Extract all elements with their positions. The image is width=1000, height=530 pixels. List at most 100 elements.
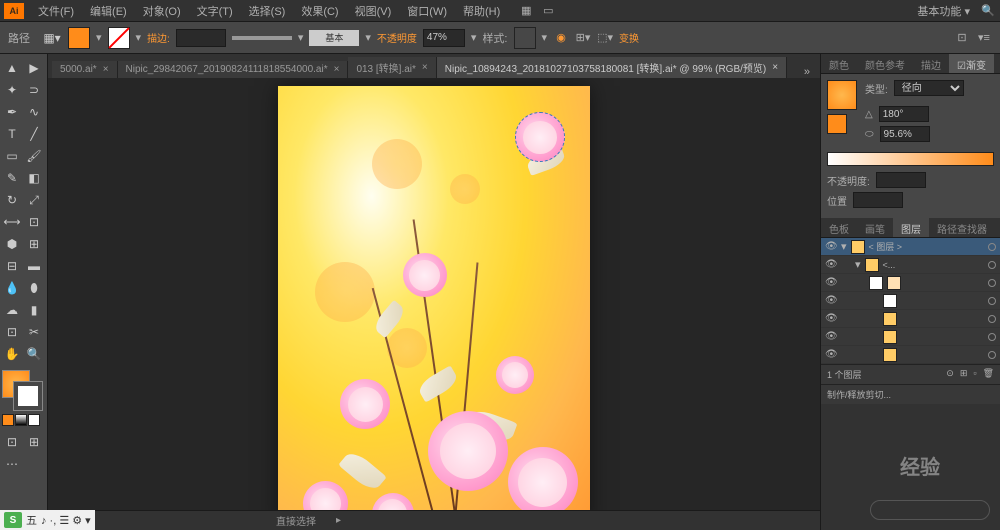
transform-label[interactable]: 变换 [619,30,639,45]
color-mode-none[interactable] [28,414,40,426]
panel-tab-color[interactable]: 颜色 [821,54,857,73]
free-transform-tool[interactable]: ⊡ [24,212,44,232]
expand-icon[interactable]: ▾ [841,240,847,253]
stroke-weight-input[interactable] [176,29,226,47]
edit-toolbar[interactable]: ⋯ [2,454,22,474]
visibility-icon[interactable]: 👁 [825,313,837,324]
delete-layer-icon[interactable]: 🗑 [983,368,994,381]
scale-tool[interactable]: ⤢ [24,190,44,210]
eyedropper-tool[interactable]: 💧 [2,278,22,298]
ime-icons[interactable]: ♪ ·, ☰ ⚙ ▾ [41,514,91,527]
target-icon[interactable] [988,315,996,323]
panel-tab-brushes[interactable]: 画笔 [857,218,893,237]
align-icon[interactable]: ⊞▾ [575,30,591,46]
close-icon[interactable]: × [103,64,109,75]
brush-def-dropdown[interactable]: ▾ [365,31,371,44]
doc-tab-0[interactable]: 5000.ai*× [52,61,118,78]
slice-tool[interactable]: ✂ [24,322,44,342]
gradient-angle-input[interactable] [879,106,929,122]
magic-wand-tool[interactable]: ✦ [2,80,22,100]
visibility-icon[interactable]: 👁 [825,241,837,252]
gradient-preview-swatch[interactable] [827,80,857,110]
doc-tab-1[interactable]: Nipic_29842067_20190824111818554000.ai*× [118,61,349,78]
bridge-icon[interactable]: ▦ [518,3,534,19]
target-icon[interactable] [988,333,996,341]
panel-tab-color-guide[interactable]: 颜色参考 [857,54,913,73]
menu-view[interactable]: 视图(V) [347,1,400,21]
screen-mode-full[interactable]: ⊞ [24,432,44,452]
stroke-color-swatch[interactable] [108,27,130,49]
shape-builder-tool[interactable]: ⬢ [2,234,22,254]
locate-object-icon[interactable]: ⊙ [946,368,954,381]
width-tool[interactable]: ⟷ [2,212,22,232]
line-tool[interactable]: ╱ [24,124,44,144]
gradient-aspect-input[interactable] [880,126,930,142]
shaper-tool[interactable]: ✎ [2,168,22,188]
ime-logo-icon[interactable]: S [4,512,22,528]
mesh-tool[interactable]: ⊟ [2,256,22,276]
target-icon[interactable] [988,297,996,305]
menu-object[interactable]: 对象(O) [135,1,189,21]
rotate-tool[interactable]: ↻ [2,190,22,210]
close-icon[interactable]: × [334,64,340,75]
gradient-slider[interactable] [827,152,994,166]
fill-color-swatch[interactable] [68,27,90,49]
perspective-tool[interactable]: ⊞ [24,234,44,254]
slider-track[interactable] [870,500,990,520]
zoom-tool[interactable]: 🔍 [24,344,44,364]
panel-tab-pathfinder[interactable]: 路径查找器 [929,218,995,237]
canvas-area[interactable] [48,78,820,510]
menu-edit[interactable]: 编辑(E) [82,1,135,21]
visibility-icon[interactable]: 👁 [825,295,837,306]
visibility-icon[interactable]: 👁 [825,331,837,342]
eraser-tool[interactable]: ◧ [24,168,44,188]
graphic-style-swatch[interactable] [514,27,536,49]
new-sublayer-icon[interactable]: ⊞ [960,368,968,381]
panel-tab-stroke[interactable]: 描边 [913,54,949,73]
fill-stroke-indicator[interactable] [2,370,42,410]
options-icon[interactable]: ▾≡ [976,30,992,46]
stroke-indicator[interactable] [14,382,42,410]
menu-help[interactable]: 帮助(H) [455,1,508,21]
artboard[interactable] [278,86,590,510]
paintbrush-tool[interactable]: 🖌 [24,146,44,166]
brush-dropdown[interactable]: ▾ [298,31,304,44]
hand-tool[interactable]: ✋ [2,344,22,364]
style-dropdown[interactable]: ▾ [542,31,548,44]
expand-icon[interactable]: ▾ [855,258,861,271]
close-icon[interactable]: × [422,62,428,73]
gradient-tool[interactable]: ▬ [24,256,44,276]
color-mode-solid[interactable] [2,414,14,426]
fill-dropdown-icon[interactable]: ▦▾ [42,28,62,48]
doc-tab-3[interactable]: Nipic_10894243_20181027103758180081 [转换]… [437,57,787,78]
selection-tool[interactable]: ▲ [2,58,22,78]
recolor-icon[interactable]: ◉ [553,30,569,46]
layer-row-top[interactable]: 👁 ▾ < 图层 > [821,238,1000,256]
stroke-dropdown[interactable]: ▾ [136,31,142,44]
blend-tool[interactable]: ⬮ [24,278,44,298]
close-icon[interactable]: × [772,62,778,73]
ime-mode-label[interactable]: 五 [26,512,37,528]
visibility-icon[interactable]: 👁 [825,259,837,270]
isolate-icon[interactable]: ⊡ [954,30,970,46]
pen-tool[interactable]: ✒ [2,102,22,122]
symbol-sprayer-tool[interactable]: ☁ [2,300,22,320]
menu-type[interactable]: 文字(T) [189,1,241,21]
new-layer-icon[interactable]: ▫ [973,368,976,381]
target-icon[interactable] [988,279,996,287]
type-tool[interactable]: T [2,124,22,144]
brush-definition[interactable]: 基本 [309,30,359,46]
visibility-icon[interactable]: 👁 [825,349,837,360]
color-mode-gradient[interactable] [15,414,27,426]
stop-opacity-input[interactable] [876,172,926,188]
layer-row[interactable]: 👁 [821,328,1000,346]
arrange-icon[interactable]: ▭ [540,3,556,19]
artboard-tool[interactable]: ⊡ [2,322,22,342]
target-icon[interactable] [988,261,996,269]
layer-row[interactable]: 👁 ▾ <... [821,256,1000,274]
workspace-switcher[interactable]: 基本功能 ▾ [907,1,980,21]
target-icon[interactable] [988,243,996,251]
fill-dropdown[interactable]: ▾ [96,31,102,44]
menu-window[interactable]: 窗口(W) [399,1,455,21]
doc-tab-2[interactable]: 013 [转换].ai*× [348,57,436,78]
